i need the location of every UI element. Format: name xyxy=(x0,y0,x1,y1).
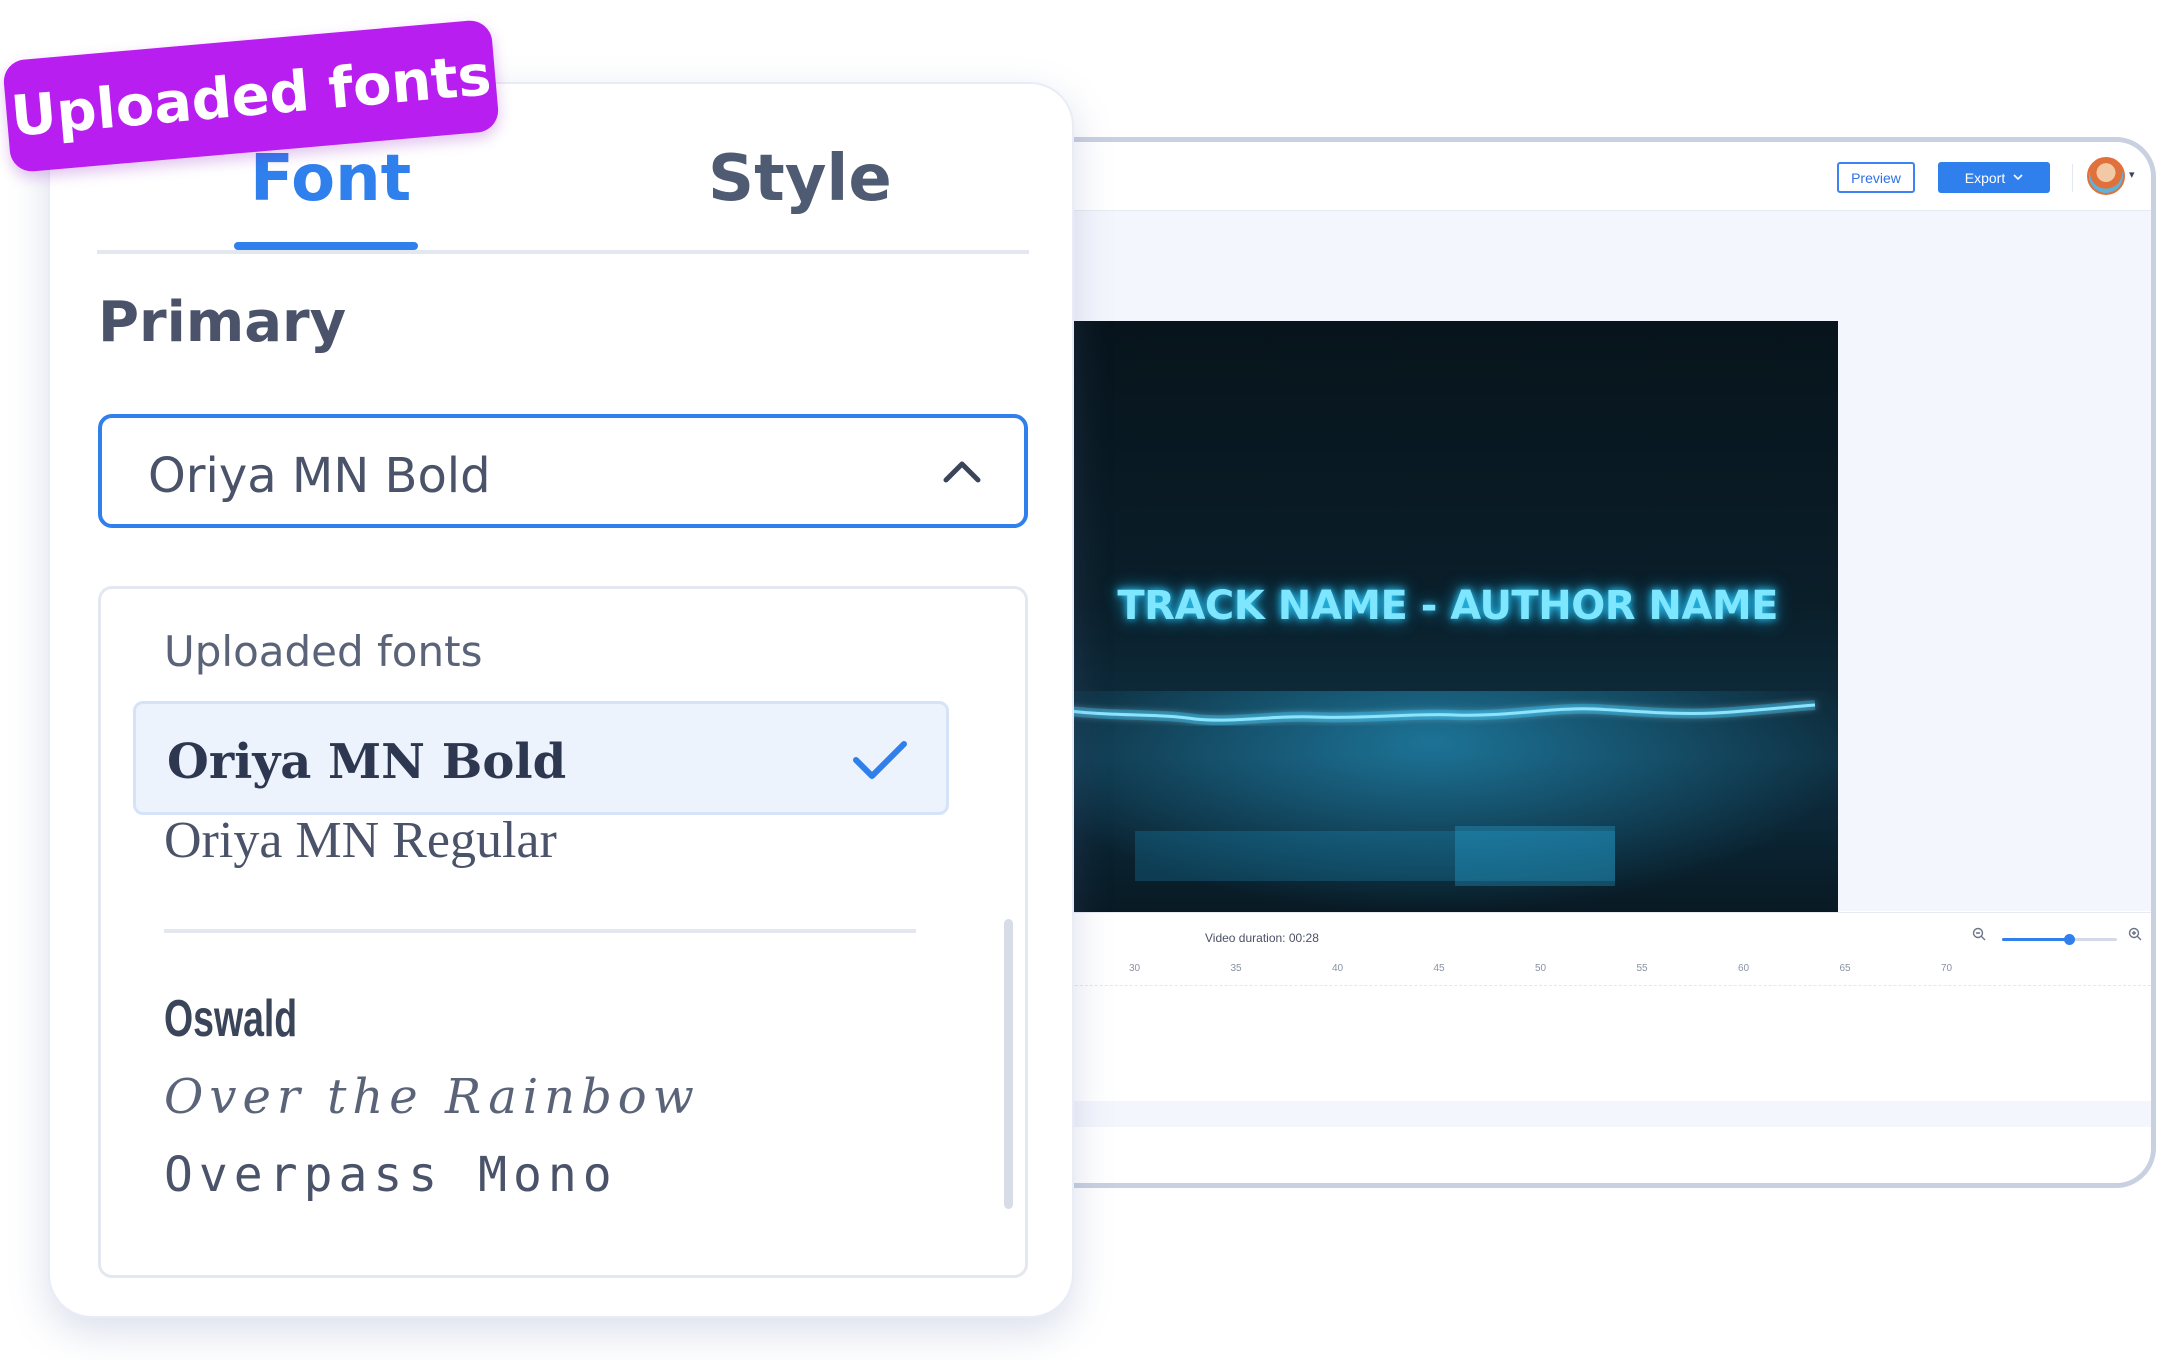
zoom-out-icon[interactable] xyxy=(1972,927,1986,944)
video-duration: Video duration: 00:28 xyxy=(1205,931,1319,945)
stage-area: TRACK NAME - AUTHOR NAME ? xyxy=(935,211,2151,971)
ruler-tick-label: 55 xyxy=(1636,963,1648,974)
ruler-tick-label: 35 xyxy=(1230,963,1242,974)
ruler-tick-label: 70 xyxy=(1940,963,1953,974)
chevron-up-icon[interactable] xyxy=(942,456,982,486)
font-select[interactable]: Oriya MN Bold xyxy=(98,414,1028,528)
dropdown-divider xyxy=(164,929,916,933)
font-dropdown-list: Uploaded fonts Oriya MN Bold Oriya MN Re… xyxy=(98,586,1028,1278)
section-label-primary: Primary xyxy=(98,290,347,355)
tab-divider xyxy=(97,250,1029,254)
font-option-oriya-mn-regular[interactable]: Oriya MN Regular xyxy=(133,781,949,895)
ruler-tick-label: 30 xyxy=(1128,963,1141,974)
preview-label: Preview xyxy=(1851,169,1901,186)
editor-window: Preview Export ▾ TRACK NAME - AUTHOR NAM… xyxy=(930,137,2156,1188)
dropdown-group-label: Uploaded fonts xyxy=(164,627,483,676)
timeline-ruler: 25303540455055606570 xyxy=(935,963,2151,986)
track-lane xyxy=(935,1101,2151,1127)
tab-font[interactable]: Font xyxy=(250,142,411,216)
zoom-slider-fill xyxy=(2002,938,2069,941)
ruler-tick-label: 40 xyxy=(1331,963,1344,974)
editor-topbar: Preview Export ▾ xyxy=(935,142,2151,211)
font-select-value: Oriya MN Bold xyxy=(148,448,491,504)
font-panel: Font Style Primary Oriya MN Bold Uploade… xyxy=(48,82,1074,1318)
tab-style[interactable]: Style xyxy=(708,142,892,216)
export-label: Export xyxy=(1964,169,2006,186)
topbar-divider xyxy=(2072,164,2073,192)
badge-text: Uploaded fonts xyxy=(8,42,494,150)
preview-button[interactable]: Preview xyxy=(1837,162,1915,193)
export-button[interactable]: Export xyxy=(1938,162,2050,193)
font-option-overpass-mono[interactable]: Overpass Mono xyxy=(133,1117,949,1231)
avatar[interactable] xyxy=(2087,157,2125,195)
zoom-slider-handle[interactable] xyxy=(2063,934,2075,945)
zoom-slider[interactable] xyxy=(2002,934,2117,945)
dropdown-scrollbar[interactable] xyxy=(1004,919,1013,1209)
active-tab-indicator xyxy=(234,242,418,250)
timeline: Video duration: 00:28 253035404550556065… xyxy=(935,912,2151,1183)
ruler-tick-label: 45 xyxy=(1433,963,1445,974)
zoom-in-icon[interactable] xyxy=(2128,927,2142,944)
chevron-down-icon xyxy=(2013,174,2023,181)
checkmark-icon xyxy=(853,741,907,779)
avatar-chevron-down-icon[interactable]: ▾ xyxy=(2129,168,2135,181)
ruler-tick-label: 60 xyxy=(1737,963,1750,974)
ruler-tick-label: 65 xyxy=(1839,963,1851,974)
font-option-label: Oriya MN Regular xyxy=(164,812,557,869)
ruler-tick-label: 50 xyxy=(1534,963,1547,974)
font-option-label: Overpass Mono xyxy=(164,1147,618,1203)
